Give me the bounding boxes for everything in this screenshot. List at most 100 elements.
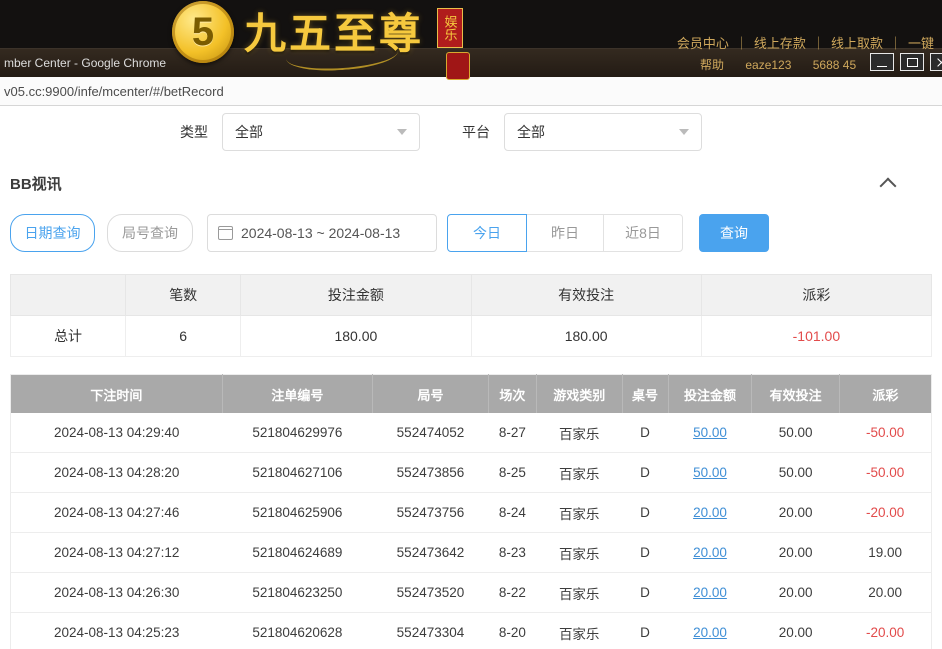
cell-table-no: D — [622, 533, 668, 573]
cell-bet-amount: 20.00 — [668, 493, 752, 533]
maximize-button[interactable] — [900, 53, 924, 71]
section-title: BB视讯 — [10, 173, 62, 194]
cell-round-no: 552473642 — [372, 533, 488, 573]
cell-game-type: 百家乐 — [536, 533, 622, 573]
summary-col-header: 有效投注 — [471, 275, 701, 316]
quick-range-group: 今日 昨日 近8日 — [447, 214, 683, 252]
yesterday-button[interactable]: 昨日 — [526, 214, 604, 252]
type-filter-label: 类型 — [180, 122, 208, 142]
maximize-icon — [907, 58, 918, 67]
cell-bet-id: 521804623250 — [222, 573, 372, 613]
sub-info-help: 帮助 — [700, 58, 724, 72]
type-filter-value: 全部 — [235, 122, 263, 142]
minimize-button[interactable] — [870, 53, 894, 71]
cell-bet-id: 521804625906 — [222, 493, 372, 533]
records-col-header: 投注金额 — [668, 375, 752, 414]
today-button[interactable]: 今日 — [447, 214, 527, 252]
query-row: 日期查询 局号查询 2024-08-13 ~ 2024-08-13 今日 昨日 … — [10, 214, 942, 252]
nav-member-center[interactable]: 会员中心 — [677, 36, 729, 51]
nav-online-deposit[interactable]: 线上存款 — [754, 36, 806, 51]
date-query-button[interactable]: 日期查询 — [10, 214, 95, 252]
cell-payout: -50.00 — [839, 453, 931, 493]
cell-valid-bet: 20.00 — [752, 573, 839, 613]
nav-online-withdraw[interactable]: 线上取款 — [831, 36, 883, 51]
cell-payout: -50.00 — [839, 413, 931, 453]
summary-bet-amount: 180.00 — [241, 316, 471, 357]
date-range-value: 2024-08-13 ~ 2024-08-13 — [241, 225, 400, 241]
platform-filter-value: 全部 — [517, 122, 545, 142]
cell-table-no: D — [622, 573, 668, 613]
cell-table-no: D — [622, 453, 668, 493]
records-col-header: 局号 — [372, 375, 488, 414]
summary-col-header: 投注金额 — [241, 275, 471, 316]
nav-one-click[interactable]: 一键 — [908, 36, 934, 51]
cell-valid-bet: 50.00 — [752, 453, 839, 493]
window-title-bar: mber Center - Google Chrome 帮助 eaze123 5… — [0, 48, 942, 77]
bet-amount-link[interactable]: 50.00 — [693, 465, 727, 480]
collapse-chevron-icon[interactable] — [880, 178, 897, 195]
cell-bet-amount: 20.00 — [668, 613, 752, 649]
cell-round-no: 552474052 — [372, 413, 488, 453]
sub-info-number: 5688 45 — [813, 58, 856, 72]
round-query-button[interactable]: 局号查询 — [107, 214, 193, 252]
summary-table: 笔数 投注金额 有效投注 派彩 总计 6 180.00 180.00 -101.… — [10, 274, 932, 357]
cell-bet-id: 521804629976 — [222, 413, 372, 453]
cell-game-type: 百家乐 — [536, 453, 622, 493]
cell-round-no: 552473756 — [372, 493, 488, 533]
summary-header-row: 笔数 投注金额 有效投注 派彩 — [11, 275, 932, 316]
search-button[interactable]: 查询 — [699, 214, 769, 252]
last-8-days-button[interactable]: 近8日 — [603, 214, 683, 252]
summary-count: 6 — [126, 316, 241, 357]
cell-bet-amount: 50.00 — [668, 413, 752, 453]
top-nav: 会员中心｜线上存款｜线上取款｜一键 — [677, 33, 934, 52]
window-controls — [870, 53, 942, 71]
cell-bet-time: 2024-08-13 04:27:12 — [11, 533, 223, 573]
cell-bet-amount: 50.00 — [668, 453, 752, 493]
summary-payout: -101.00 — [701, 316, 931, 357]
summary-col-header: 笔数 — [126, 275, 241, 316]
bet-amount-link[interactable]: 20.00 — [693, 625, 727, 640]
bet-amount-link[interactable]: 50.00 — [693, 425, 727, 440]
chevron-down-icon — [397, 129, 407, 135]
cell-valid-bet: 20.00 — [752, 533, 839, 573]
bet-amount-link[interactable]: 20.00 — [693, 505, 727, 520]
cell-payout: -20.00 — [839, 493, 931, 533]
cell-game-type: 百家乐 — [536, 413, 622, 453]
address-bar[interactable]: v05.cc:9900/infe/mcenter/#/betRecord — [0, 77, 942, 106]
sub-info-user: eaze123 — [745, 58, 791, 72]
cell-valid-bet: 20.00 — [752, 613, 839, 649]
cell-session: 8-22 — [488, 573, 536, 613]
bet-amount-link[interactable]: 20.00 — [693, 545, 727, 560]
type-filter-select[interactable]: 全部 — [222, 113, 420, 151]
cell-bet-time: 2024-08-13 04:29:40 — [11, 413, 223, 453]
section-header: BB视讯 — [0, 173, 942, 194]
cell-payout: 20.00 — [839, 573, 931, 613]
cell-round-no: 552473520 — [372, 573, 488, 613]
cell-round-no: 552473856 — [372, 453, 488, 493]
records-col-header: 注单编号 — [222, 375, 372, 414]
summary-valid-bet: 180.00 — [471, 316, 701, 357]
records-col-header: 下注时间 — [11, 375, 223, 414]
calendar-icon — [218, 226, 233, 240]
date-range-input[interactable]: 2024-08-13 ~ 2024-08-13 — [207, 214, 437, 252]
cell-session: 8-25 — [488, 453, 536, 493]
cell-bet-id: 521804627106 — [222, 453, 372, 493]
cell-game-type: 百家乐 — [536, 573, 622, 613]
cell-session: 8-27 — [488, 413, 536, 453]
summary-col-header — [11, 275, 126, 316]
table-row: 2024-08-13 04:27:46 521804625906 5524737… — [11, 493, 932, 533]
filter-row: 类型 全部 平台 全部 — [0, 113, 942, 151]
minimize-icon — [877, 66, 887, 67]
nav-separator: ｜ — [735, 36, 748, 51]
bet-amount-link[interactable]: 20.00 — [693, 585, 727, 600]
cell-bet-time: 2024-08-13 04:28:20 — [11, 453, 223, 493]
cell-bet-id: 521804620628 — [222, 613, 372, 649]
cell-bet-amount: 20.00 — [668, 573, 752, 613]
cell-valid-bet: 50.00 — [752, 413, 839, 453]
platform-filter-select[interactable]: 全部 — [504, 113, 702, 151]
close-button[interactable] — [930, 53, 942, 71]
nav-separator: ｜ — [812, 36, 825, 51]
header-sub-info: 帮助 eaze123 5688 45 — [700, 56, 874, 73]
cell-game-type: 百家乐 — [536, 493, 622, 533]
table-row: 2024-08-13 04:27:12 521804624689 5524736… — [11, 533, 932, 573]
